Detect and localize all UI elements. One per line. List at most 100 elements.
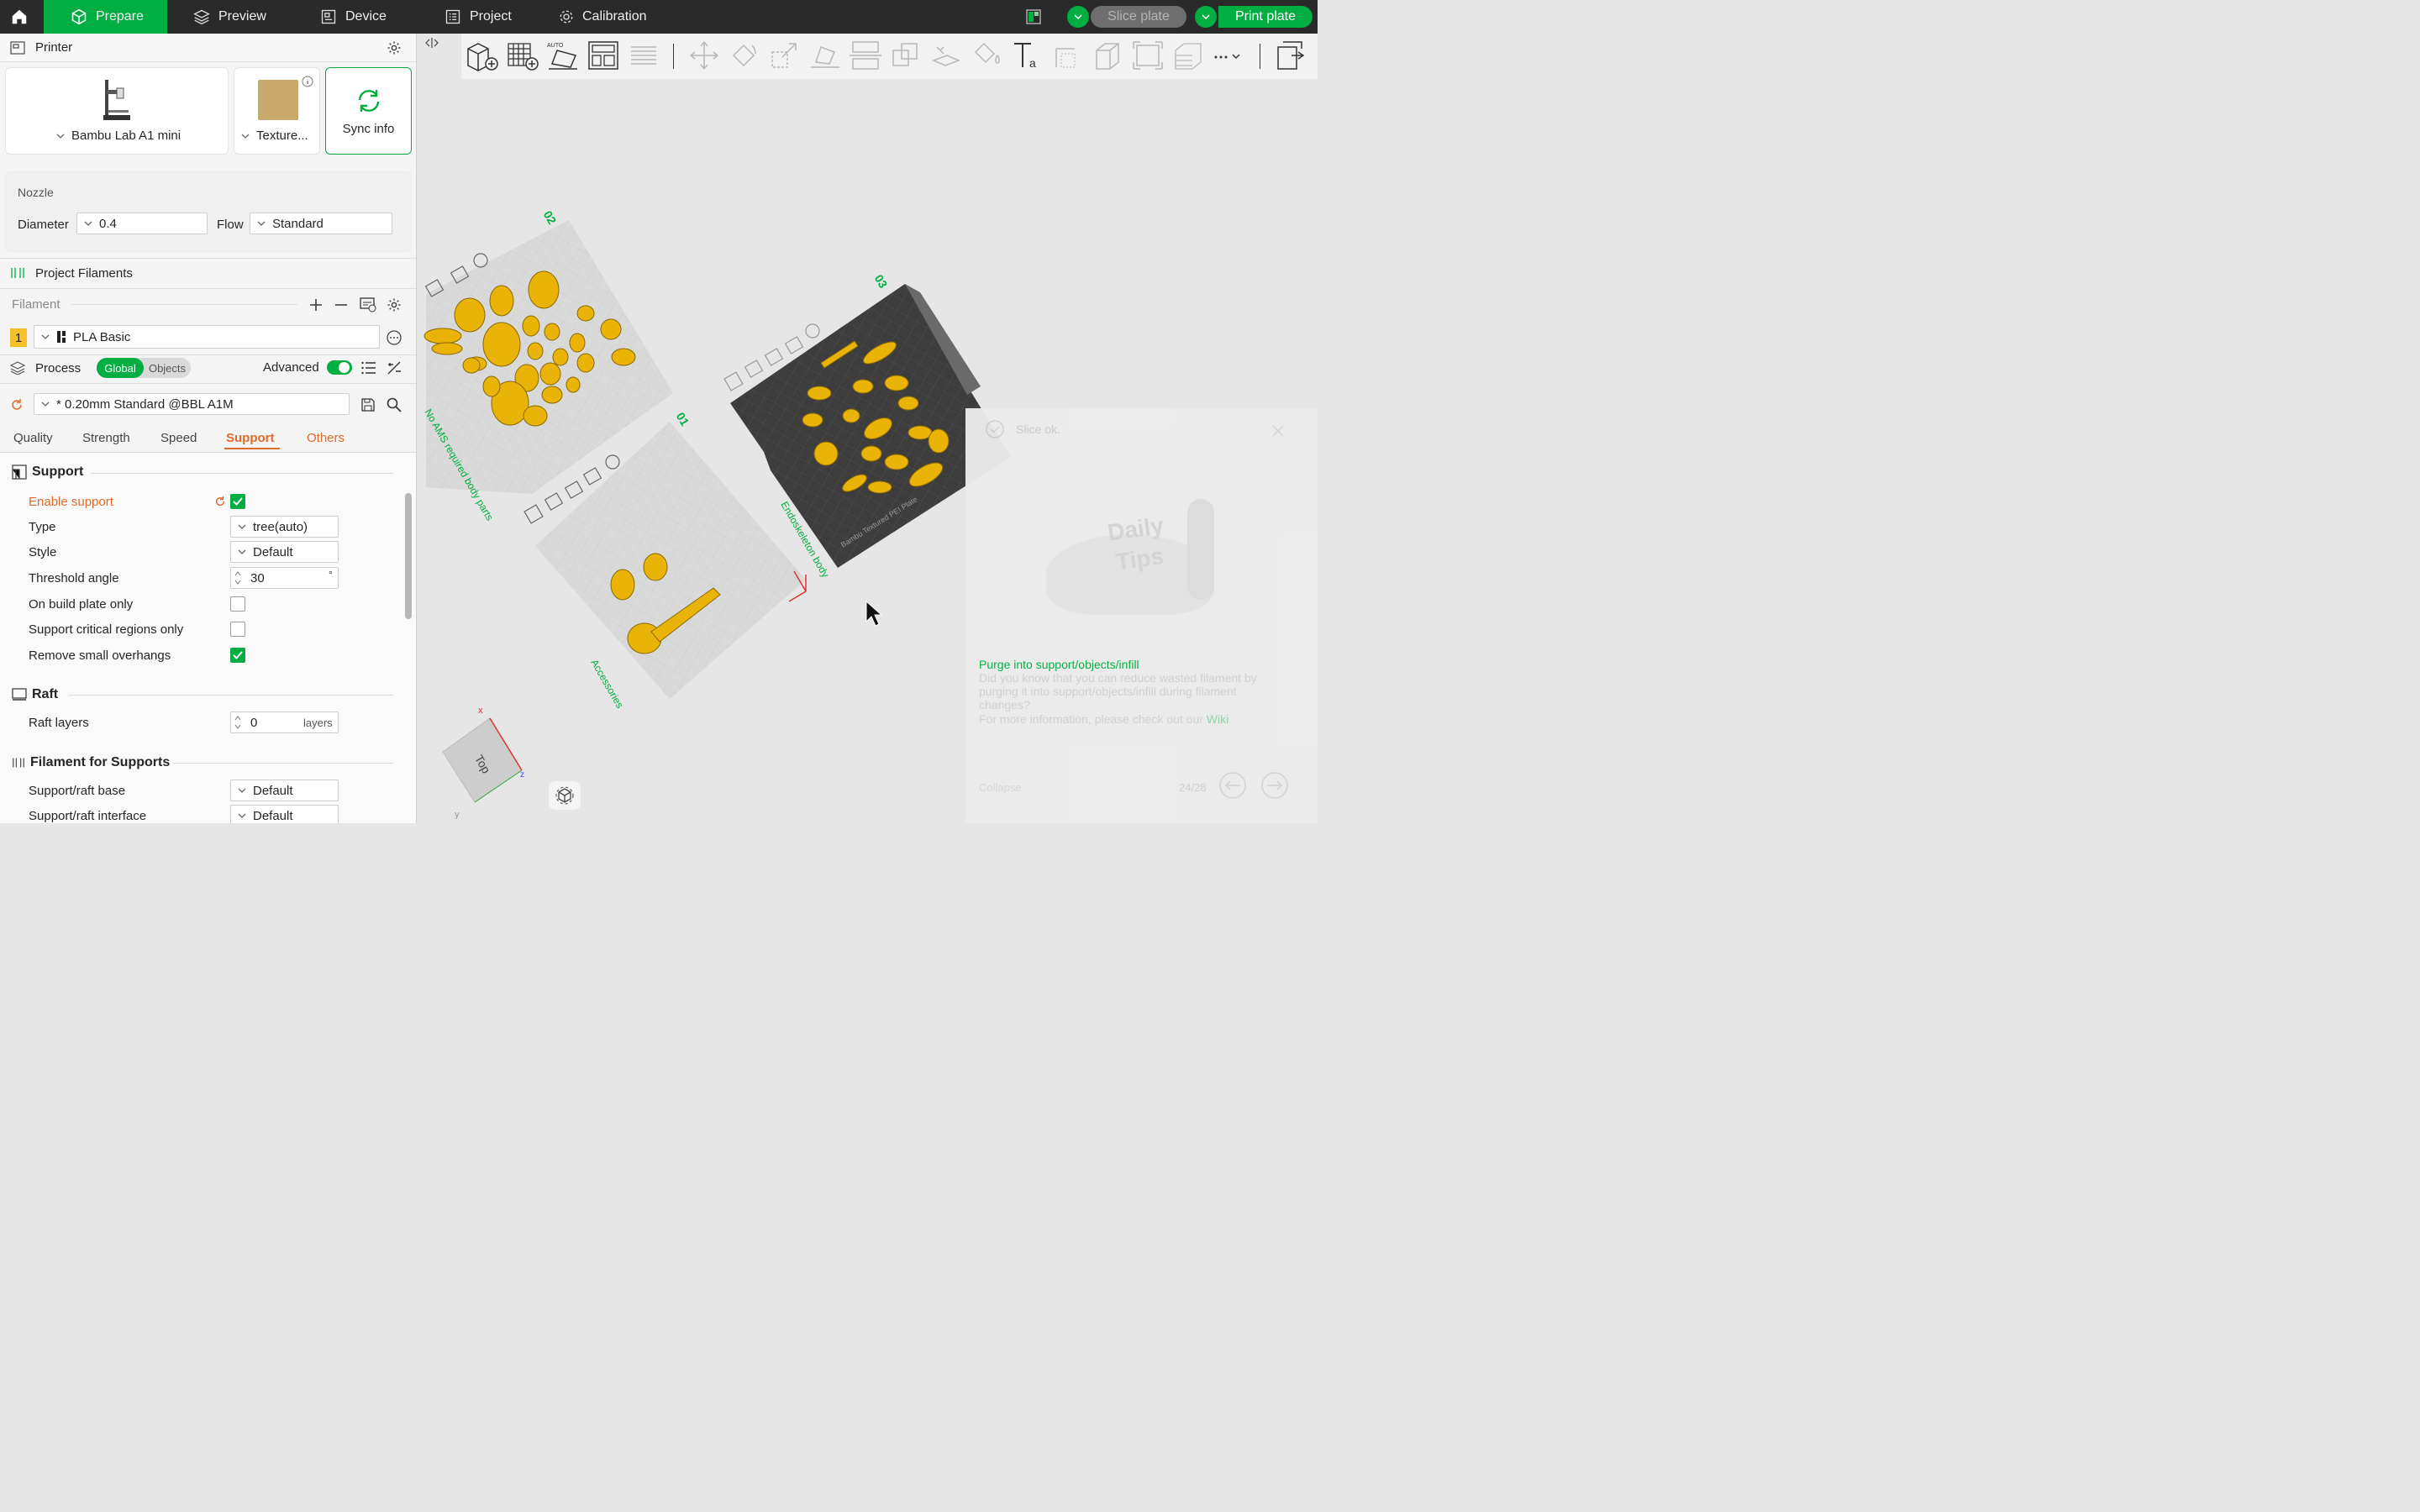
tab-others[interactable]: Others bbox=[307, 431, 345, 445]
toggle-objects[interactable]: Objects bbox=[144, 358, 191, 378]
process-section-title: Process bbox=[35, 360, 82, 375]
stepper-icon[interactable] bbox=[234, 714, 241, 731]
search-icon[interactable] bbox=[387, 397, 402, 412]
layout-icon[interactable] bbox=[1025, 8, 1042, 25]
print-plate-button[interactable]: Print plate bbox=[1218, 6, 1313, 28]
sync-info-button[interactable]: Sync info bbox=[325, 67, 412, 155]
tab-prepare[interactable]: Prepare bbox=[44, 0, 167, 34]
previous-tip-button[interactable] bbox=[1218, 771, 1247, 800]
stepper-icon[interactable] bbox=[234, 570, 241, 586]
cube-icon bbox=[71, 8, 87, 25]
reset-icon[interactable] bbox=[10, 398, 24, 412]
tips-collapse-button[interactable]: Collapse bbox=[979, 781, 1022, 794]
tab-speed[interactable]: Speed bbox=[160, 431, 197, 445]
diameter-select[interactable]: 0.4 bbox=[76, 213, 208, 234]
printer-name: Bambu Lab A1 mini bbox=[71, 129, 182, 143]
support-interface-select[interactable]: Default bbox=[230, 805, 339, 823]
slice-plate-button[interactable]: Slice plate bbox=[1091, 6, 1186, 28]
home-button[interactable] bbox=[0, 0, 39, 34]
tab-quality[interactable]: Quality bbox=[13, 431, 53, 445]
filament-select[interactable]: PLA Basic bbox=[34, 325, 380, 349]
threshold-angle-value: 30 bbox=[250, 571, 265, 585]
settings-scrollbar[interactable] bbox=[405, 493, 412, 619]
reset-view-icon bbox=[555, 786, 574, 805]
tab-device[interactable]: Device bbox=[320, 0, 387, 34]
filament-icon bbox=[13, 758, 24, 768]
plate-number: 03 bbox=[872, 272, 891, 291]
chevron-down-icon bbox=[257, 221, 266, 226]
printer-icon bbox=[10, 40, 25, 55]
slice-ok-notification: Slice ok. bbox=[986, 420, 1060, 438]
critical-regions-checkbox[interactable] bbox=[230, 622, 245, 637]
gear-icon[interactable] bbox=[387, 297, 402, 312]
sync-ams-icon[interactable] bbox=[360, 297, 376, 312]
support-base-label: Support/raft base bbox=[29, 784, 126, 798]
process-icon bbox=[10, 361, 25, 375]
threshold-angle-input[interactable]: 30 ° bbox=[230, 567, 339, 589]
tab-strength[interactable]: Strength bbox=[82, 431, 130, 445]
style-select[interactable]: Default bbox=[230, 541, 339, 563]
tab-support[interactable]: Support bbox=[226, 431, 275, 445]
type-value: tree(auto) bbox=[253, 519, 308, 534]
flow-label: Flow bbox=[217, 218, 244, 232]
close-icon[interactable] bbox=[1271, 424, 1285, 438]
remove-small-overhangs-checkbox[interactable] bbox=[230, 648, 245, 663]
top-bar: Prepare Preview Device Project Calibrati… bbox=[0, 0, 1318, 34]
tab-support-underline bbox=[224, 448, 280, 449]
sync-icon bbox=[358, 90, 380, 112]
filament-index-badge: 1 bbox=[10, 328, 27, 347]
toggle-global[interactable]: Global bbox=[97, 358, 144, 378]
plate-name: Accessories bbox=[588, 658, 625, 711]
print-dropdown[interactable] bbox=[1195, 6, 1217, 28]
next-tip-button[interactable] bbox=[1260, 771, 1289, 800]
remove-icon[interactable] bbox=[335, 299, 347, 311]
process-tabs: Quality Strength Speed Support Others bbox=[0, 427, 416, 452]
reset-icon[interactable] bbox=[214, 496, 226, 507]
tab-project[interactable]: Project bbox=[445, 0, 512, 34]
tip-wiki-link[interactable]: Wiki bbox=[1207, 712, 1228, 726]
advanced-switch[interactable] bbox=[327, 360, 352, 375]
filament-column-label: Filament bbox=[12, 297, 60, 312]
raft-layers-input[interactable]: 0 layers bbox=[230, 711, 339, 733]
tips-illustration: Daily Tips bbox=[1046, 489, 1231, 632]
more-options-icon[interactable] bbox=[387, 330, 402, 345]
process-preset-select[interactable]: * 0.20mm Standard @BBL A1M bbox=[34, 393, 350, 415]
type-label: Type bbox=[29, 520, 56, 534]
list-icon[interactable] bbox=[361, 361, 376, 375]
compare-icon[interactable] bbox=[387, 360, 402, 375]
style-value: Default bbox=[253, 544, 293, 559]
calibration-icon bbox=[560, 10, 573, 24]
support-base-select[interactable]: Default bbox=[230, 780, 339, 801]
tip-more: For more information, please check out o… bbox=[979, 712, 1228, 726]
project-icon bbox=[445, 9, 460, 24]
build-plate-only-checkbox[interactable] bbox=[230, 596, 245, 612]
enable-support-checkbox[interactable] bbox=[230, 494, 245, 509]
save-icon[interactable] bbox=[361, 398, 375, 412]
left-panel: Printer Bambu Lab A1 mini Texture... Syn… bbox=[0, 34, 417, 823]
flow-value: Standard bbox=[272, 216, 324, 231]
build-plate-only-label: On build plate only bbox=[29, 597, 134, 612]
info-icon[interactable] bbox=[302, 76, 313, 87]
support-group-title: Support bbox=[32, 465, 84, 479]
add-icon[interactable] bbox=[310, 299, 322, 311]
plate-select-card[interactable]: Texture... bbox=[234, 67, 320, 155]
printer-select-card[interactable]: Bambu Lab A1 mini bbox=[5, 67, 229, 155]
tip-body: Did you know that you can reduce wasted … bbox=[979, 671, 1257, 711]
tab-preview[interactable]: Preview bbox=[193, 0, 266, 34]
tips-page-indicator: 24/28 bbox=[1179, 781, 1207, 794]
global-objects-toggle[interactable]: Global Objects bbox=[97, 358, 191, 378]
type-select[interactable]: tree(auto) bbox=[230, 516, 339, 538]
tab-calibration[interactable]: Calibration bbox=[559, 0, 646, 34]
style-label: Style bbox=[29, 545, 57, 559]
reset-view-button[interactable] bbox=[549, 781, 581, 810]
view-cube[interactable]: Top x z y bbox=[434, 701, 535, 819]
slice-dropdown[interactable] bbox=[1067, 6, 1089, 28]
check-icon bbox=[233, 651, 243, 659]
support-group-header: Support bbox=[12, 465, 83, 480]
flow-select[interactable]: Standard bbox=[250, 213, 392, 234]
support-interface-label: Support/raft interface bbox=[29, 809, 147, 823]
printer-settings-button[interactable] bbox=[387, 40, 402, 55]
tips-title: Daily Tips bbox=[1106, 512, 1165, 575]
chevron-down-icon bbox=[41, 402, 50, 407]
printer-image-icon bbox=[103, 80, 130, 120]
